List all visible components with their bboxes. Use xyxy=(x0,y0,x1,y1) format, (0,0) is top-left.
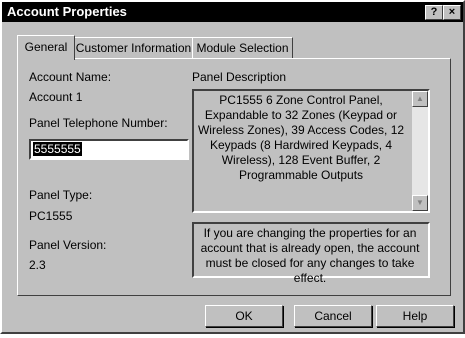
tab-general[interactable]: General xyxy=(17,35,75,60)
panel-description-text: PC1555 6 Zone Control Panel, Expandable … xyxy=(197,93,405,182)
tab-customer-information[interactable]: Customer Information xyxy=(74,37,193,58)
account-name-label: Account Name: xyxy=(29,70,112,84)
panel-version-value: 2.3 xyxy=(29,258,46,272)
account-properties-dialog: Account Properties ? × General Customer … xyxy=(0,0,465,334)
title-bar[interactable]: Account Properties ? × xyxy=(2,2,463,22)
cancel-button[interactable]: Cancel xyxy=(294,305,372,327)
panel-description-box[interactable]: PC1555 6 Zone Control Panel, Expandable … xyxy=(192,89,430,213)
panel-type-value: PC1555 xyxy=(29,209,73,223)
phone-number-input[interactable]: 5555555 xyxy=(29,139,189,160)
ok-button[interactable]: OK xyxy=(205,305,283,327)
close-button[interactable]: × xyxy=(443,5,461,20)
panel-version-label: Panel Version: xyxy=(29,238,107,252)
scroll-up-arrow-icon[interactable]: ▲ xyxy=(412,91,428,107)
scroll-down-arrow-icon[interactable]: ▼ xyxy=(412,195,428,211)
phone-number-value: 5555555 xyxy=(33,142,82,156)
general-tab-panel: Account Name: Account 1 Panel Telephone … xyxy=(17,58,451,296)
tab-module-selection[interactable]: Module Selection xyxy=(192,37,293,58)
window-title: Account Properties xyxy=(7,4,127,19)
phone-label: Panel Telephone Number: xyxy=(29,116,168,130)
panel-type-label: Panel Type: xyxy=(29,188,93,202)
notice-box: If you are changing the properties for a… xyxy=(192,222,430,285)
notice-text: If you are changing the properties for a… xyxy=(200,226,420,285)
help-title-button[interactable]: ? xyxy=(425,5,443,20)
help-button[interactable]: Help xyxy=(376,305,454,327)
account-name-value: Account 1 xyxy=(29,90,83,104)
panel-description-label: Panel Description xyxy=(192,70,287,84)
description-scrollbar[interactable]: ▲ ▼ xyxy=(412,91,428,211)
